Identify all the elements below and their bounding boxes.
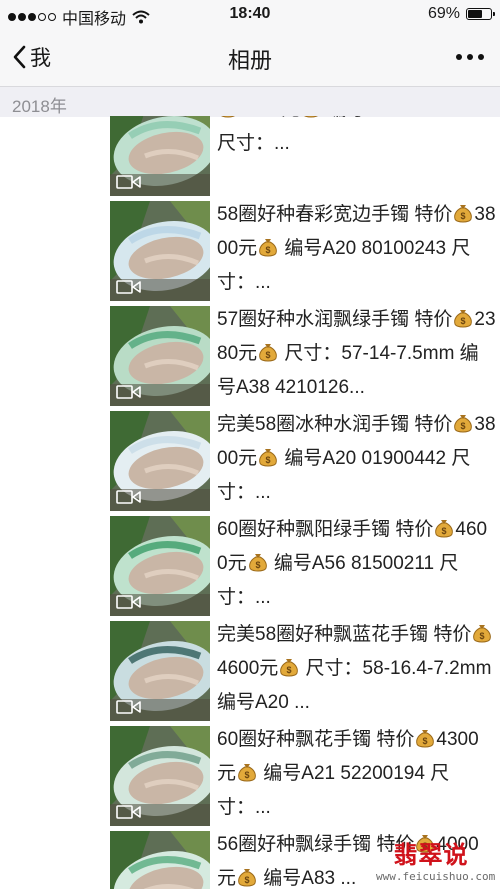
money-bag-icon: $ [453, 412, 473, 434]
battery-icon [466, 8, 495, 20]
nav-bar: 我 相册 [0, 28, 500, 86]
status-bar: 中国移动 18:40 69% [0, 0, 500, 28]
album-post-item[interactable]: 57圈好种水润飘绿手镯 特价 $2380元 $ 尺寸：57-14-7.5mm 编号A… [110, 306, 500, 406]
post-caption: 完美58圈好种飘蓝花手镯 特价 $4600元 $ 尺寸：58-16.4-7.2mm … [217, 622, 497, 713]
post-thumbnail [110, 201, 210, 301]
money-bag-icon: $ [258, 236, 278, 258]
video-camera-icon [116, 594, 142, 610]
svg-text:$: $ [461, 421, 466, 431]
svg-text:$: $ [245, 770, 250, 780]
more-options-button[interactable] [456, 54, 484, 60]
svg-text:$: $ [442, 526, 447, 536]
post-thumbnail [110, 726, 210, 826]
album-post-item[interactable]: $5800元$ 编号A20 81500385 尺寸：... [110, 116, 500, 196]
svg-text:$: $ [480, 631, 485, 641]
album-post-item[interactable]: 完美58圈冰种水润手镯 特价 $3800元 $ 编号A20 01900442 尺寸：… [110, 411, 500, 511]
money-bag-icon: $ [248, 551, 268, 573]
money-bag-icon: $ [237, 761, 257, 783]
money-bag-icon: $ [258, 341, 278, 363]
album-list: $5800元$ 编号A20 81500385 尺寸：... 58圈好种春彩宽边手镯… [0, 116, 500, 889]
money-bag-icon: $ [453, 202, 473, 224]
video-camera-icon [116, 489, 142, 505]
post-thumbnail [110, 411, 210, 511]
video-camera-icon [116, 804, 142, 820]
status-right: 69% [427, 5, 495, 23]
svg-text:$: $ [255, 560, 260, 570]
svg-text:$: $ [461, 211, 466, 221]
status-time: 18:40 [229, 5, 271, 22]
watermark-url: www.feicuishuo.com [376, 870, 496, 883]
svg-text:$: $ [266, 350, 271, 360]
more-dot-icon [456, 54, 462, 60]
battery-percent: 69% [427, 5, 460, 22]
money-bag-icon: $ [279, 656, 299, 678]
watermark: 翡翠说 www.feicuishuo.com [376, 835, 496, 883]
page-title: 相册 [227, 48, 272, 73]
money-bag-icon: $ [472, 622, 492, 644]
post-caption: 57圈好种水润飘绿手镯 特价 $2380元 $ 尺寸：57-14-7.5mm 编号A… [217, 307, 496, 398]
post-thumbnail [110, 831, 210, 889]
svg-text:$: $ [461, 316, 466, 326]
money-bag-icon: $ [301, 116, 321, 119]
video-camera-icon [116, 699, 142, 715]
post-caption: $5800元$ 编号A20 81500385 尺寸：... [217, 116, 497, 161]
album-post-item[interactable]: 60圈好种飘阳绿手镯 特价 $4600元 $ 编号A56 81500211 尺寸：.… [110, 516, 500, 616]
post-caption: 60圈好种飘阳绿手镯 特价 $4600元 $ 编号A56 81500211 尺寸：.… [217, 517, 488, 608]
svg-text:$: $ [423, 736, 428, 746]
money-bag-icon: $ [453, 307, 473, 329]
year-label: 2018年 [12, 97, 67, 116]
money-bag-icon: $ [258, 446, 278, 468]
money-bag-icon: $ [237, 866, 257, 888]
post-thumbnail [110, 621, 210, 721]
post-caption: 60圈好种飘花手镯 特价 $4300元 $ 编号A21 52200194 尺寸：..… [217, 727, 479, 818]
year-header: 2018年 [0, 86, 500, 117]
album-post-item[interactable]: 完美58圈好种飘蓝花手镯 特价 $4600元 $ 尺寸：58-16.4-7.2mm … [110, 621, 500, 721]
album-post-item[interactable]: 58圈好种春彩宽边手镯 特价 $3800元 $ 编号A20 80100243 尺寸：… [110, 201, 500, 301]
svg-text:$: $ [266, 455, 271, 465]
post-thumbnail [110, 116, 210, 196]
post-thumbnail [110, 306, 210, 406]
post-caption: 58圈好种春彩宽边手镯 特价 $3800元 $ 编号A20 80100243 尺寸：… [217, 202, 496, 293]
svg-text:$: $ [245, 875, 250, 885]
money-bag-icon: $ [415, 727, 435, 749]
money-bag-icon: $ [434, 517, 454, 539]
money-bag-icon: $ [218, 116, 238, 119]
watermark-title: 翡翠说 [393, 842, 469, 869]
post-caption: 完美58圈冰种水润手镯 特价 $3800元 $ 编号A20 01900442 尺寸：… [217, 412, 496, 503]
svg-text:$: $ [287, 665, 292, 675]
video-camera-icon [116, 174, 142, 190]
video-camera-icon [116, 279, 142, 295]
svg-text:$: $ [266, 245, 271, 255]
video-camera-icon [116, 384, 142, 400]
post-thumbnail [110, 516, 210, 616]
album-post-item[interactable]: 60圈好种飘花手镯 特价 $4300元 $ 编号A21 52200194 尺寸：..… [110, 726, 500, 826]
